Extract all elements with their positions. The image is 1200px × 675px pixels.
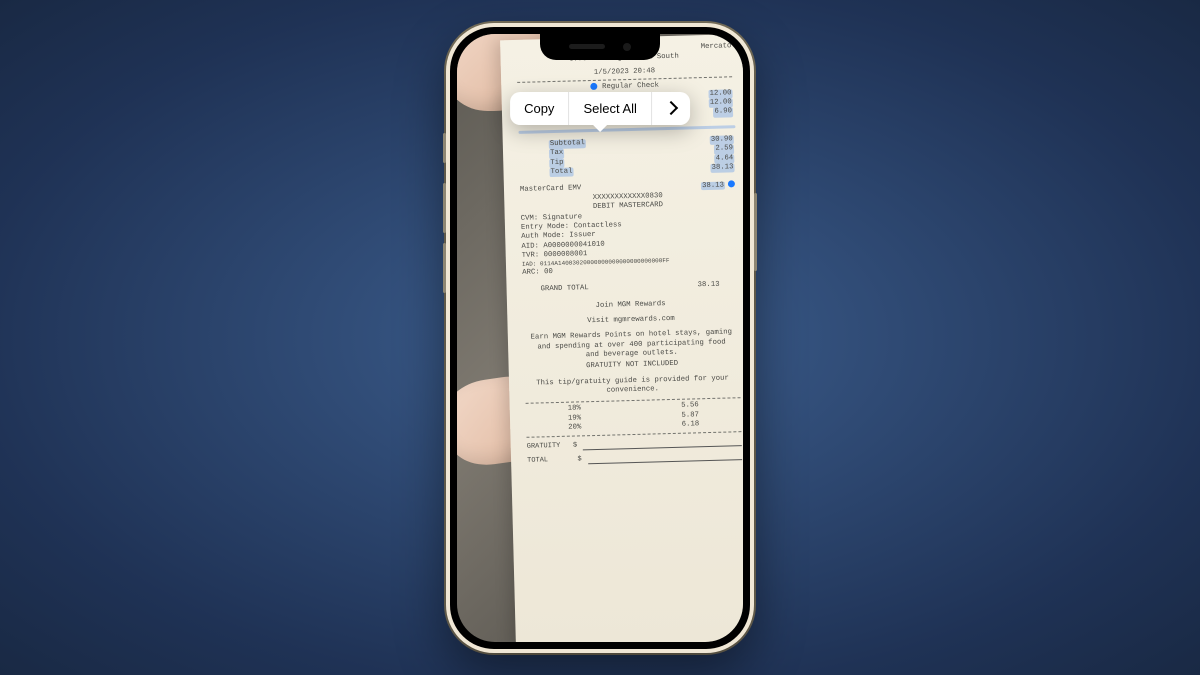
- volume-down-button: [443, 243, 446, 293]
- rewards-url: Visit mgmrewards.com: [523, 313, 738, 328]
- notch: [540, 34, 660, 60]
- grand-total-row: GRAND TOTAL38.13: [523, 280, 738, 295]
- gratuity-field: GRATUITY $: [527, 436, 742, 452]
- stage-background: Mercato 3770 Las Vegas Blvd South 1/5/20…: [0, 0, 1200, 675]
- receipt-paper[interactable]: Mercato 3770 Las Vegas Blvd South 1/5/20…: [500, 34, 743, 642]
- iphone-frame: Mercato 3770 Las Vegas Blvd South 1/5/20…: [446, 23, 754, 653]
- mute-switch: [443, 133, 446, 163]
- total-field: TOTAL $: [527, 450, 742, 466]
- rewards-blurb: Earn MGM Rewards Points on hotel stays, …: [524, 328, 740, 362]
- front-camera: [623, 43, 631, 51]
- text-selection-menu: Copy Select All: [510, 92, 690, 125]
- phone-screen[interactable]: Mercato 3770 Las Vegas Blvd South 1/5/20…: [457, 34, 743, 642]
- tip-guide-note: This tip/gratuity guide is provided for …: [525, 373, 740, 397]
- speaker-grille: [569, 44, 605, 49]
- copy-button[interactable]: Copy: [510, 92, 568, 125]
- power-button: [754, 193, 757, 271]
- volume-up-button: [443, 183, 446, 233]
- more-actions-button[interactable]: [652, 92, 690, 125]
- chevron-right-icon: [664, 101, 678, 115]
- select-all-button[interactable]: Select All: [569, 92, 650, 125]
- rewards-line: Join MGM Rewards: [523, 297, 738, 312]
